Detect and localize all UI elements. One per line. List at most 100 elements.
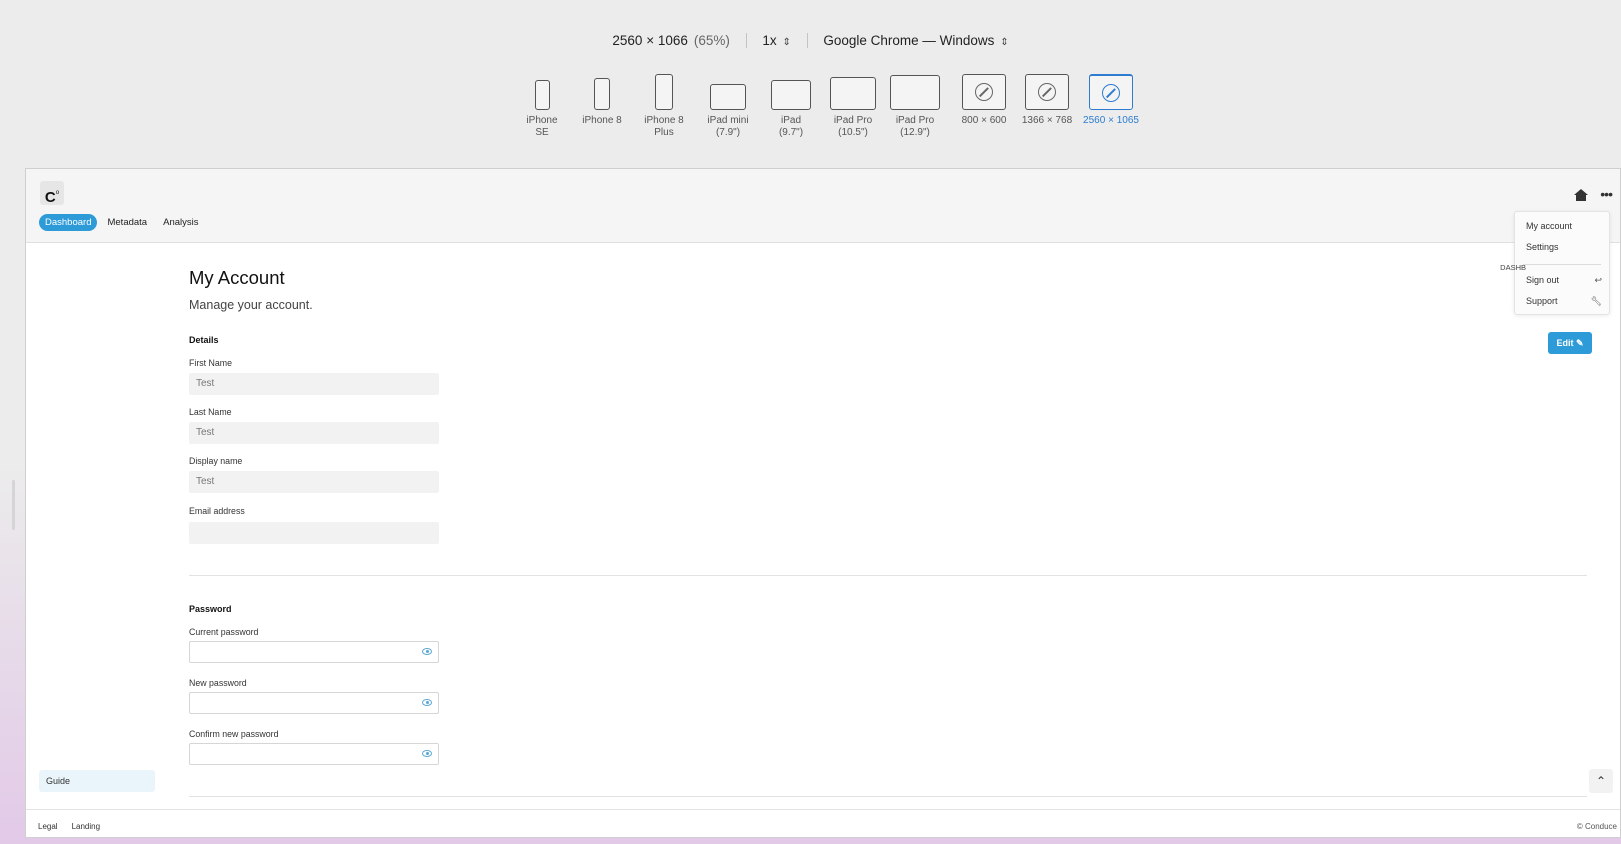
home-icon[interactable] xyxy=(1574,189,1588,201)
menu-divider xyxy=(1523,264,1601,265)
device-label: 2560 × 1065 xyxy=(1083,115,1139,126)
device-sublabel: (10.5") xyxy=(838,127,868,138)
device-label: iPhone SE xyxy=(526,115,558,138)
section-divider xyxy=(189,796,1587,797)
compass-icon xyxy=(1102,83,1120,102)
pencil-icon: ✎ xyxy=(1575,338,1584,348)
password-heading: Password xyxy=(189,604,232,614)
desktop-icon xyxy=(1089,74,1133,110)
display-name-field[interactable]: Test xyxy=(189,471,439,493)
device-label: iPad xyxy=(780,115,801,126)
device-sublabel: (7.9") xyxy=(715,127,741,138)
phone-icon xyxy=(534,80,550,110)
compass-icon xyxy=(975,83,993,101)
device-label: 1366 × 768 xyxy=(1021,115,1073,126)
app-header: Co Dashboard Metadata Analysis ••• My acco… xyxy=(26,169,1620,315)
first-name-label: First Name xyxy=(189,358,233,368)
tablet-icon xyxy=(830,77,876,110)
device-label: iPhone 8 xyxy=(582,115,622,126)
resolution-readout[interactable]: 2560 × 1066 xyxy=(612,33,687,48)
menu-label: Support xyxy=(1526,296,1558,306)
scale-select[interactable]: 1x ⇕ xyxy=(762,33,790,48)
updown-icon: ⇕ xyxy=(1000,37,1009,48)
app-frame: Co Dashboard Metadata Analysis ••• My acco… xyxy=(25,168,1621,838)
new-password-field[interactable] xyxy=(189,692,439,714)
nav-metadata[interactable]: Metadata xyxy=(101,214,153,231)
edit-label: Edit xyxy=(1556,338,1574,348)
device-sublabel: (9.7") xyxy=(778,127,804,138)
chevron-up-icon[interactable]: ⌃ xyxy=(1589,769,1613,793)
copyright: © Conduce xyxy=(1576,822,1617,831)
device-label: iPad Pro xyxy=(895,115,935,126)
device-iphone-8-plus[interactable]: iPhone 8 Plus xyxy=(642,74,686,139)
device-800x600[interactable]: 800 × 600 xyxy=(956,74,1012,127)
menu-label: Settings xyxy=(1526,242,1559,252)
current-password-field[interactable] xyxy=(189,641,439,663)
wrench-icon: 🔧︎ xyxy=(1590,296,1602,306)
menu-label: Sign out xyxy=(1526,275,1560,285)
menu-sign-out[interactable]: Sign out ↩ xyxy=(1526,275,1602,285)
device-ipad-pro-12[interactable]: iPad Pro (12.9") xyxy=(888,74,942,139)
menu-my-account[interactable]: My account xyxy=(1526,221,1602,231)
sign-out-icon: ↩ xyxy=(1594,275,1602,285)
new-password-label: New password xyxy=(189,678,247,688)
display-name-label: Display name xyxy=(189,456,243,466)
current-password-label: Current password xyxy=(189,627,259,637)
breadcrumb[interactable]: DASHB xyxy=(1500,263,1526,272)
email-field[interactable] xyxy=(189,522,439,544)
menu-label: My account xyxy=(1526,221,1573,231)
section-divider xyxy=(189,575,1587,576)
confirm-password-field[interactable] xyxy=(189,743,439,765)
device-iphone-se[interactable]: iPhone SE xyxy=(520,74,564,139)
resize-handle[interactable] xyxy=(12,480,15,530)
device-iphone-8[interactable]: iPhone 8 xyxy=(580,74,624,127)
device-1366x768[interactable]: 1366 × 768 xyxy=(1019,74,1075,127)
device-label: iPhone 8 xyxy=(644,115,684,126)
details-heading: Details xyxy=(189,335,219,345)
confirm-password-label: Confirm new password xyxy=(189,729,279,739)
phone-icon xyxy=(655,74,673,110)
last-name-field[interactable]: Test xyxy=(189,422,439,444)
device-sublabel: (12.9") xyxy=(900,127,930,138)
updown-icon: ⇕ xyxy=(782,37,791,48)
browser-value: Google Chrome — Windows xyxy=(823,33,995,48)
device-label: iPad Pro xyxy=(833,115,873,126)
compass-icon xyxy=(1038,83,1056,101)
guide-button[interactable]: Guide xyxy=(39,770,155,792)
footer-link-legal[interactable]: Legal xyxy=(38,822,58,831)
browser-select[interactable]: Google Chrome — Windows ⇕ xyxy=(823,33,1008,48)
device-label: iPad mini xyxy=(707,115,749,126)
page-title: My Account xyxy=(189,267,285,288)
last-name-label: Last Name xyxy=(189,407,232,417)
first-name-field[interactable]: Test xyxy=(189,373,439,395)
logo-letter: C xyxy=(44,189,56,206)
menu-settings[interactable]: Settings xyxy=(1526,242,1602,252)
device-label: 800 × 600 xyxy=(961,115,1007,126)
footer-links: Legal Landing xyxy=(38,822,114,831)
desktop-icon xyxy=(1025,74,1069,110)
device-ipad-pro-10[interactable]: iPad Pro (10.5") xyxy=(826,74,880,139)
device-2560x1065[interactable]: 2560 × 1065 xyxy=(1078,74,1144,127)
desktop-icon xyxy=(962,74,1006,110)
device-sublabel: Plus xyxy=(654,127,674,138)
menu-support[interactable]: Support 🔧︎ xyxy=(1526,296,1602,306)
resolution-bar: 2560 × 1066 (65%) 1x ⇕ Google Chrome — Wi… xyxy=(0,33,1621,48)
app-logo[interactable]: Co xyxy=(40,181,64,206)
eye-icon[interactable] xyxy=(422,699,432,706)
email-label: Email address xyxy=(189,506,245,516)
logo-mark: o xyxy=(55,190,60,196)
footer-link-landing[interactable]: Landing xyxy=(72,822,100,831)
nav-analysis[interactable]: Analysis xyxy=(157,214,204,231)
edit-button[interactable]: Edit ✎ xyxy=(1548,332,1592,354)
device-ipad[interactable]: iPad (9.7") xyxy=(766,74,816,139)
eye-icon[interactable] xyxy=(422,648,432,655)
account-menu: My account Settings Sign out ↩ Support 🔧︎ xyxy=(1514,211,1610,315)
more-icon[interactable]: ••• xyxy=(1600,186,1613,202)
nav-dashboard[interactable]: Dashboard xyxy=(39,214,98,231)
tablet-icon xyxy=(710,84,746,110)
eye-icon[interactable] xyxy=(422,750,432,757)
tablet-icon xyxy=(771,80,811,110)
device-ipad-mini[interactable]: iPad mini (7.9") xyxy=(703,74,753,139)
main-nav: Dashboard Metadata Analysis xyxy=(39,214,208,231)
divider xyxy=(745,33,747,48)
